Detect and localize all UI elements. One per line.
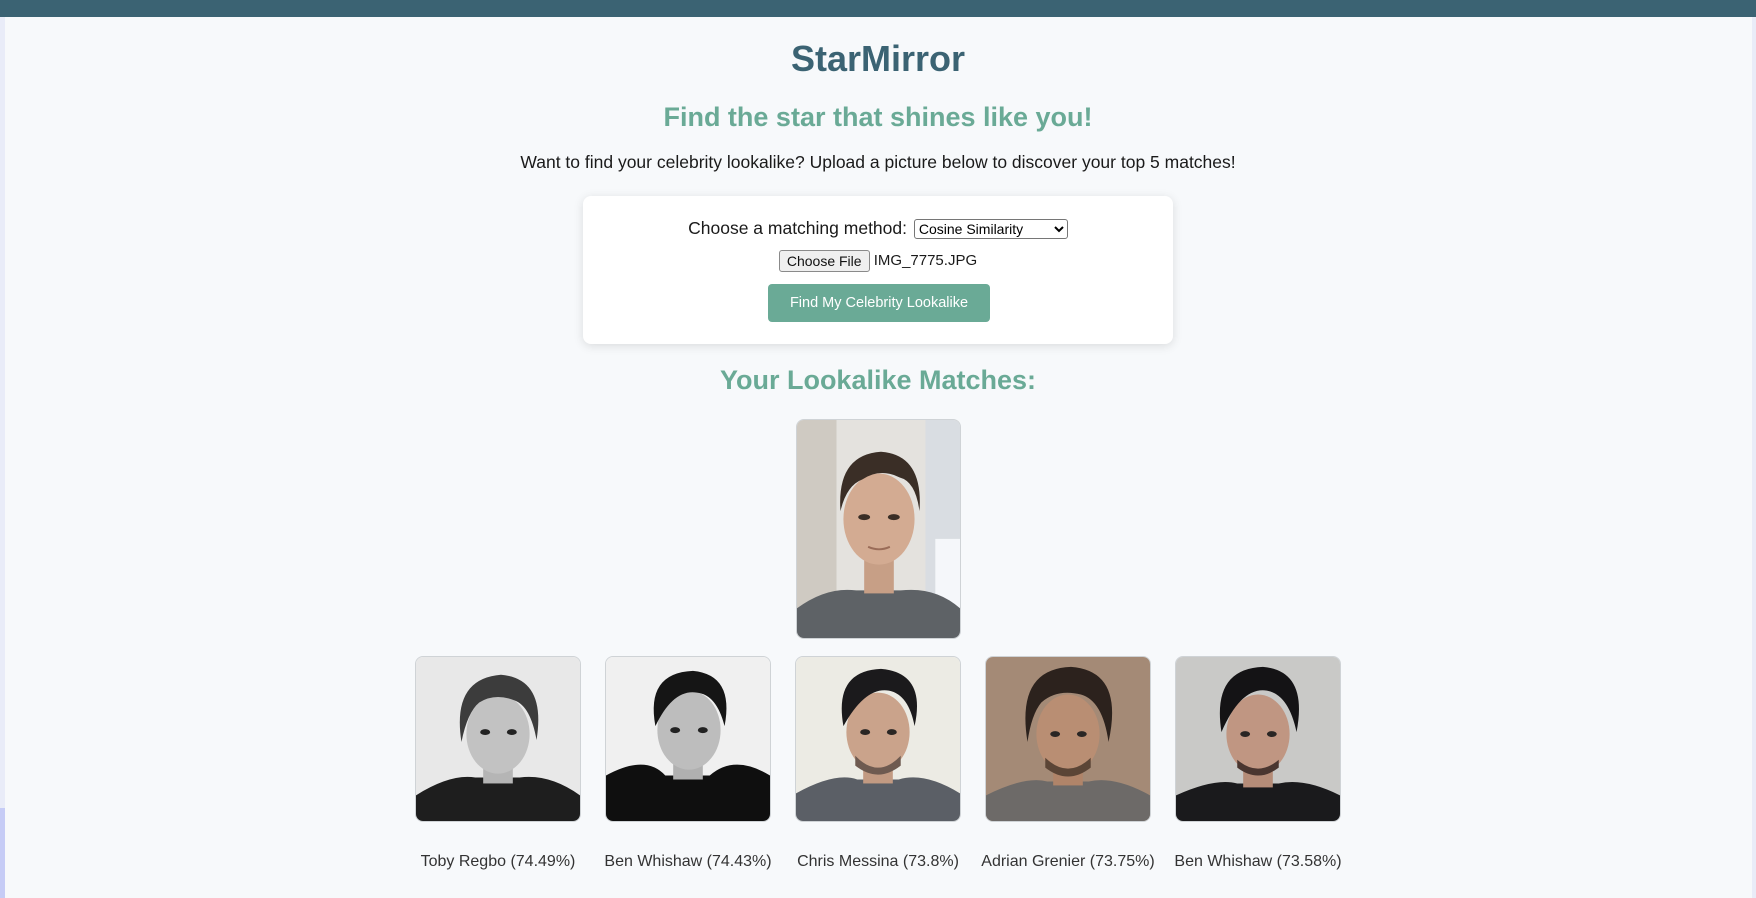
- file-row: Choose File IMG_7775.JPG: [583, 250, 1173, 272]
- left-edge-accent: [0, 808, 5, 898]
- upload-card: Choose a matching method: Cosine Similar…: [583, 196, 1173, 344]
- file-name: IMG_7775.JPG: [873, 251, 978, 269]
- match-photo: [415, 656, 581, 822]
- match-photo: [1175, 656, 1341, 822]
- tagline: Find the star that shines like you!: [663, 102, 1093, 132]
- match-caption: Chris Messina (73.8%): [797, 853, 959, 870]
- match-caption: Ben Whishaw (73.58%): [1174, 853, 1342, 870]
- uploaded-photo: [796, 419, 961, 639]
- method-label: Choose a matching method:: [688, 218, 907, 238]
- match-caption: Adrian Grenier (73.75%): [981, 853, 1155, 870]
- match-photo: [605, 656, 771, 822]
- find-lookalike-button[interactable]: Find My Celebrity Lookalike: [768, 284, 990, 322]
- choose-file-button[interactable]: Choose File: [778, 250, 870, 272]
- matches-heading: Your Lookalike Matches:: [719, 365, 1037, 395]
- left-edge: [0, 17, 5, 898]
- right-edge: [1752, 17, 1756, 898]
- match-caption: Ben Whishaw (74.43%): [604, 853, 772, 870]
- method-select[interactable]: Cosine Similarity: [913, 219, 1068, 240]
- match-photo: [795, 656, 961, 822]
- match-photo: [985, 656, 1151, 822]
- method-row: Choose a matching method: Cosine Similar…: [583, 218, 1173, 240]
- intro-text: Want to find your celebrity lookalike? U…: [520, 152, 1236, 172]
- match-caption: Toby Regbo (74.49%): [420, 853, 576, 870]
- app-title: StarMirror: [790, 38, 966, 79]
- top-bar: [0, 0, 1756, 17]
